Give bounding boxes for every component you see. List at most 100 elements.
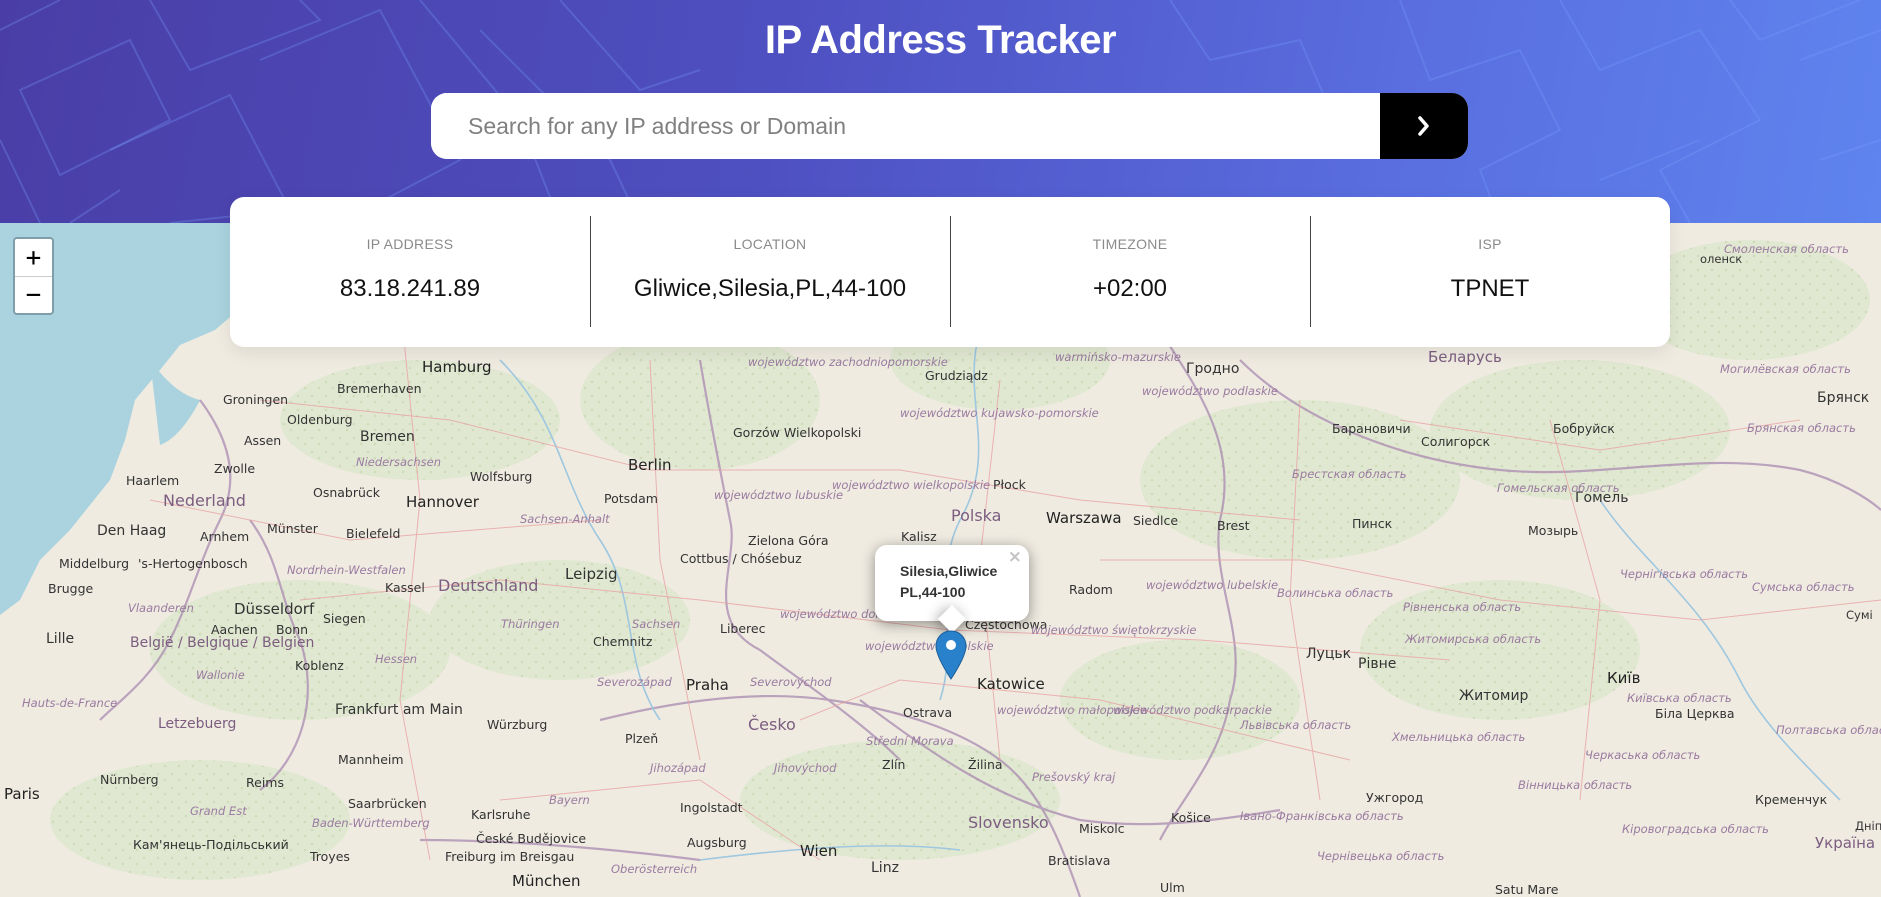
region-label: Полтавська область xyxy=(1776,723,1881,737)
region-label: Prešovský kraj xyxy=(1032,770,1116,784)
city-label: Leipzig xyxy=(565,565,618,583)
info-ip-address: IP ADDRESS 83.18.241.89 xyxy=(230,197,590,347)
region-label: Hessen xyxy=(375,652,417,666)
info-value: 83.18.241.89 xyxy=(339,275,481,302)
city-label: České Budějovice xyxy=(476,831,586,846)
city-label: оленск xyxy=(1700,252,1742,266)
city-label: Рівне xyxy=(1358,656,1396,672)
city-label: Bremerhaven xyxy=(337,381,422,396)
city-label: Saarbrücken xyxy=(348,796,427,811)
city-label: Warszawa xyxy=(1046,509,1122,527)
city-label: Hamburg xyxy=(422,358,492,376)
region-label: Grand Est xyxy=(190,804,247,818)
city-label: Дніпро xyxy=(1855,819,1881,833)
region-label: Thüringen xyxy=(501,617,559,631)
country-label: Nederland xyxy=(163,491,246,510)
city-label: Kassel xyxy=(385,580,425,595)
country-label: Slovensko xyxy=(968,813,1049,832)
city-label: Reims xyxy=(246,775,284,790)
info-isp: ISP TPNET xyxy=(1310,197,1670,347)
region-label: Sachsen-Anhalt xyxy=(520,512,610,526)
region-label: Чернігівська область xyxy=(1620,567,1748,581)
city-label: Liberec xyxy=(720,621,766,636)
region-label: Oberösterreich xyxy=(611,862,697,876)
region-label: Івано-Франківська область xyxy=(1240,809,1404,823)
city-label: Karlsruhe xyxy=(471,807,531,822)
city-label: Siegen xyxy=(323,611,366,626)
ip-info-card: IP ADDRESS 83.18.241.89 LOCATION Gliwice… xyxy=(230,197,1670,347)
city-label: Mannheim xyxy=(338,752,404,767)
city-label: Кам'янець-Подільський xyxy=(133,837,289,852)
city-label: Haarlem xyxy=(126,473,179,488)
search-submit-button[interactable] xyxy=(1380,93,1468,159)
region-label: Чернівецька область xyxy=(1317,849,1444,863)
city-label: Мозырь xyxy=(1528,523,1578,538)
country-label: Polska xyxy=(951,506,1001,525)
city-label: Arnhem xyxy=(200,529,249,544)
region-label: Гомельская область xyxy=(1497,481,1620,495)
city-label: Koblenz xyxy=(295,658,344,673)
zoom-out-button[interactable]: − xyxy=(15,276,52,313)
region-label: warmińsko-mazurskie xyxy=(1055,350,1181,364)
popup-line: PL,44-100 xyxy=(900,584,966,600)
city-label: Zielona Góra xyxy=(748,533,829,548)
info-label: IP ADDRESS xyxy=(366,236,454,252)
map-popup: × Silesia,Gliwice PL,44-100 xyxy=(875,545,1029,634)
city-label: Wien xyxy=(800,842,837,860)
city-label: Grudziądz xyxy=(925,368,988,383)
city-label: Aachen xyxy=(211,622,258,637)
city-label: Cottbus / Chóśebuz xyxy=(680,551,802,566)
country-label: België / Belgique / Belgien xyxy=(130,635,314,651)
city-label: Ужгород xyxy=(1366,790,1423,805)
region-label: Severovýchod xyxy=(750,675,832,689)
region-label: Bayern xyxy=(549,793,590,807)
city-label: Житомир xyxy=(1459,688,1529,704)
region-label: Střední Morava xyxy=(866,734,954,748)
city-label: Middelburg xyxy=(59,556,129,571)
city-label: München xyxy=(512,872,580,890)
popup-close-button[interactable]: × xyxy=(1008,547,1022,568)
city-label: Ulm xyxy=(1160,880,1185,895)
info-value: +02:00 xyxy=(1092,275,1168,302)
region-label: Смоленская область xyxy=(1724,242,1849,256)
region-label: Могилёвская область xyxy=(1720,362,1851,376)
city-label: Пинск xyxy=(1352,516,1393,531)
city-label: Chemnitz xyxy=(593,634,653,649)
region-label: województwo lubuskie xyxy=(714,488,843,502)
city-label: Gorzów Wielkopolski xyxy=(733,425,861,440)
chevron-right-icon xyxy=(1418,116,1429,136)
city-label: Siedlce xyxy=(1133,513,1178,528)
city-label: Сумі xyxy=(1846,608,1873,622)
city-label: Brest xyxy=(1217,518,1250,533)
city-label: Groningen xyxy=(223,392,288,407)
city-label: Луцьк xyxy=(1306,646,1351,662)
popup-line: Silesia,Gliwice xyxy=(900,563,998,579)
city-label: Ostrava xyxy=(903,705,952,720)
region-label: Severozápad xyxy=(597,675,672,689)
country-label: Україна xyxy=(1815,834,1875,852)
city-label: Freiburg im Breisgau xyxy=(445,849,574,864)
region-label: Брестская область xyxy=(1292,467,1407,481)
region-label: województwo lubelskie xyxy=(1146,578,1278,592)
info-label: LOCATION xyxy=(733,236,807,252)
info-value: TPNET xyxy=(1450,275,1530,302)
region-label: województwo podkarpackie xyxy=(1113,703,1272,717)
region-label: Niedersachsen xyxy=(356,455,441,469)
city-label: Ingolstadt xyxy=(680,800,743,815)
city-label: Katowice xyxy=(977,675,1045,693)
region-label: województwo świętokrzyskie xyxy=(1031,623,1196,637)
city-label: Bratislava xyxy=(1048,853,1110,868)
map-pin-icon[interactable] xyxy=(935,630,967,680)
city-label: Satu Mare xyxy=(1495,882,1559,897)
zoom-in-button[interactable]: + xyxy=(15,239,52,276)
country-label: Deutschland xyxy=(438,576,538,595)
city-label: Frankfurt am Main xyxy=(335,702,463,718)
search-input[interactable] xyxy=(431,93,1380,159)
info-location: LOCATION Gliwice,Silesia,PL,44-100 xyxy=(590,197,950,347)
region-label: Вінницька область xyxy=(1518,778,1632,792)
city-label: Paris xyxy=(4,785,40,803)
city-label: Lille xyxy=(46,631,74,647)
region-label: Nordrhein-Westfalen xyxy=(287,563,406,577)
region-label: Baden-Württemberg xyxy=(312,816,430,830)
city-label: Münster xyxy=(267,521,319,536)
